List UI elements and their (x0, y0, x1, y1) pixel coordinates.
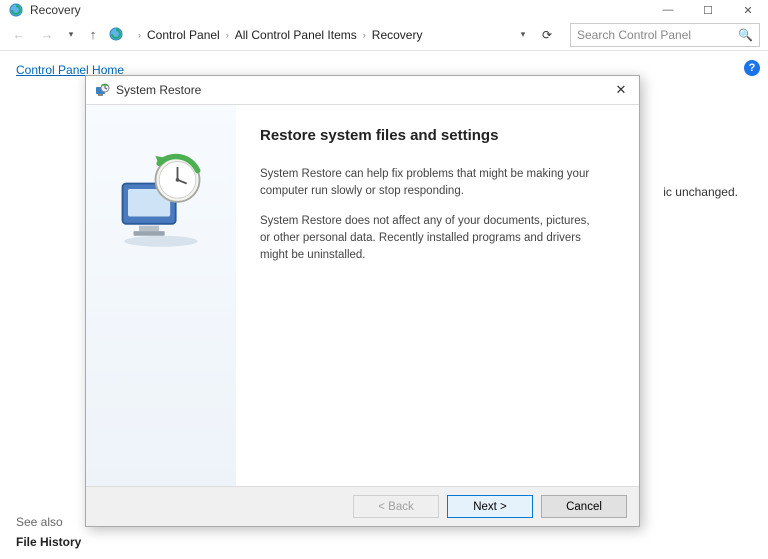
dialog-footer: < Back Next > Cancel (86, 486, 639, 526)
see-also-label: See also (16, 515, 63, 529)
crumb-control-panel[interactable]: Control Panel (147, 28, 220, 42)
up-button[interactable]: ↑ (84, 26, 102, 44)
system-restore-dialog: System Restore ✕ Res (85, 75, 640, 527)
file-history-link[interactable]: File History (16, 535, 81, 549)
maximize-button[interactable]: ☐ (688, 0, 728, 20)
dialog-main: Restore system files and settings System… (236, 105, 639, 486)
address-bar-icon (108, 26, 126, 44)
recent-locations-dropdown[interactable]: ▾ (64, 29, 78, 40)
dialog-body: Restore system files and settings System… (86, 104, 639, 486)
breadcrumb[interactable]: › Control Panel › All Control Panel Item… (132, 28, 510, 42)
search-placeholder: Search Control Panel (577, 28, 691, 42)
chevron-right-icon: › (361, 30, 368, 40)
dialog-close-button[interactable]: ✕ (611, 80, 631, 100)
cancel-button[interactable]: Cancel (541, 495, 627, 518)
crumb-all-items[interactable]: All Control Panel Items (235, 28, 357, 42)
close-window-button[interactable]: ✕ (728, 0, 768, 20)
recovery-icon (8, 2, 24, 18)
system-restore-illustration (106, 145, 216, 255)
system-restore-icon (94, 82, 110, 98)
refresh-button[interactable]: ⟳ (536, 28, 558, 42)
navigation-bar: ← → ▾ ↑ › Control Panel › All Control Pa… (0, 19, 768, 51)
back-button[interactable]: ← (8, 24, 30, 46)
dialog-paragraph-1: System Restore can help fix problems tha… (260, 166, 600, 199)
minimize-button[interactable]: — (648, 0, 688, 20)
dialog-titlebar: System Restore ✕ (86, 76, 639, 104)
next-button[interactable]: Next > (447, 495, 533, 518)
search-input[interactable]: Search Control Panel 🔍 (570, 23, 760, 47)
dialog-heading: Restore system files and settings (260, 127, 615, 144)
crumb-recovery[interactable]: Recovery (372, 28, 423, 42)
dialog-title: System Restore (116, 83, 201, 97)
dialog-sidebar (86, 105, 236, 486)
chevron-right-icon: › (224, 30, 231, 40)
forward-button[interactable]: → (36, 24, 58, 46)
back-button-dialog: < Back (353, 495, 439, 518)
background-text-fragment: ic unchanged. (663, 185, 738, 199)
chevron-right-icon: › (136, 30, 143, 40)
window-controls: — ☐ ✕ (648, 0, 768, 20)
address-dropdown[interactable]: ▾ (516, 29, 530, 40)
dialog-paragraph-2: System Restore does not affect any of yo… (260, 213, 600, 263)
search-icon: 🔍 (738, 28, 753, 42)
window-title: Recovery (30, 3, 81, 17)
